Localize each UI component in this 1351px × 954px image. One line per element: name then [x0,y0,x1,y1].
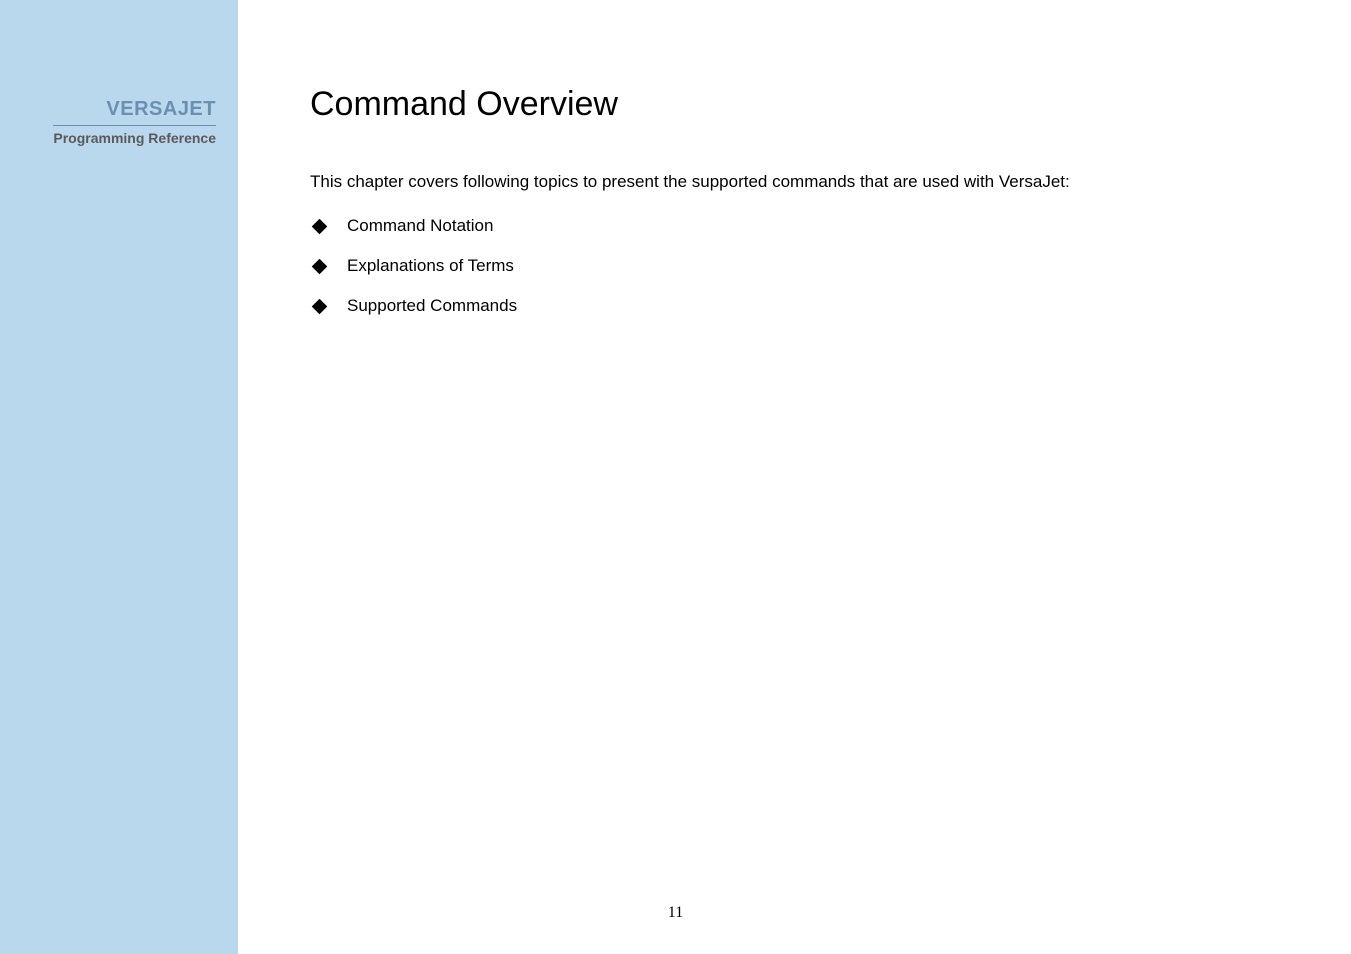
page-number: 11 [668,904,683,922]
sidebar-subtitle: Programming Reference [53,130,216,146]
intro-text: This chapter covers following topics to … [310,172,1310,192]
main-content: Command Overview This chapter covers fol… [310,85,1310,336]
sidebar-header: VERSAJET Programming Reference [53,98,216,146]
sidebar: VERSAJET Programming Reference [0,0,238,954]
list-item: Supported Commands [314,296,1310,316]
topic-list: Command Notation Explanations of Terms S… [310,216,1310,316]
diamond-icon [312,218,328,234]
diamond-icon [312,258,328,274]
topic-text: Supported Commands [347,296,517,316]
diamond-icon [312,298,328,314]
topic-text: Explanations of Terms [347,256,514,276]
list-item: Explanations of Terms [314,256,1310,276]
page-title: Command Overview [310,85,1310,124]
sidebar-divider [53,125,216,126]
topic-text: Command Notation [347,216,493,236]
sidebar-title: VERSAJET [53,98,216,123]
list-item: Command Notation [314,216,1310,236]
